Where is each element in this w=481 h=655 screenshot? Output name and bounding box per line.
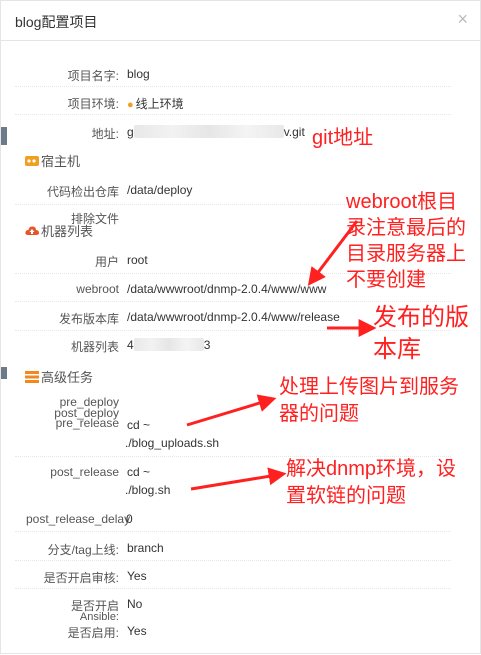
annotation-upload-1: 处理上传图片到服务: [279, 376, 459, 398]
annotation-release-1: 发布的版: [373, 304, 469, 331]
arrow-upload: [186, 394, 277, 427]
annotation-release-2: 本库: [373, 336, 421, 363]
annotation-upload-2: 器的问题: [279, 403, 359, 425]
config-dialog: blog配置项目 × 项目名字: blog 项目环境: ● 线上环境 地址: gv…: [0, 0, 481, 654]
annotation-webroot-2: 录注意最后的: [346, 217, 466, 239]
annotation-webroot-3: 目录服务器上: [346, 243, 466, 265]
annotation-webroot-1: webroot根目: [346, 191, 458, 213]
arrow-dnmp: [190, 467, 287, 491]
annotation-git: git地址: [312, 127, 374, 149]
annotation-webroot-4: 不要创建: [346, 269, 426, 291]
annotation-dnmp-2: 置软链的问题: [286, 485, 406, 507]
annotation-dnmp-1: 解决dnmp环境，设: [286, 458, 457, 480]
